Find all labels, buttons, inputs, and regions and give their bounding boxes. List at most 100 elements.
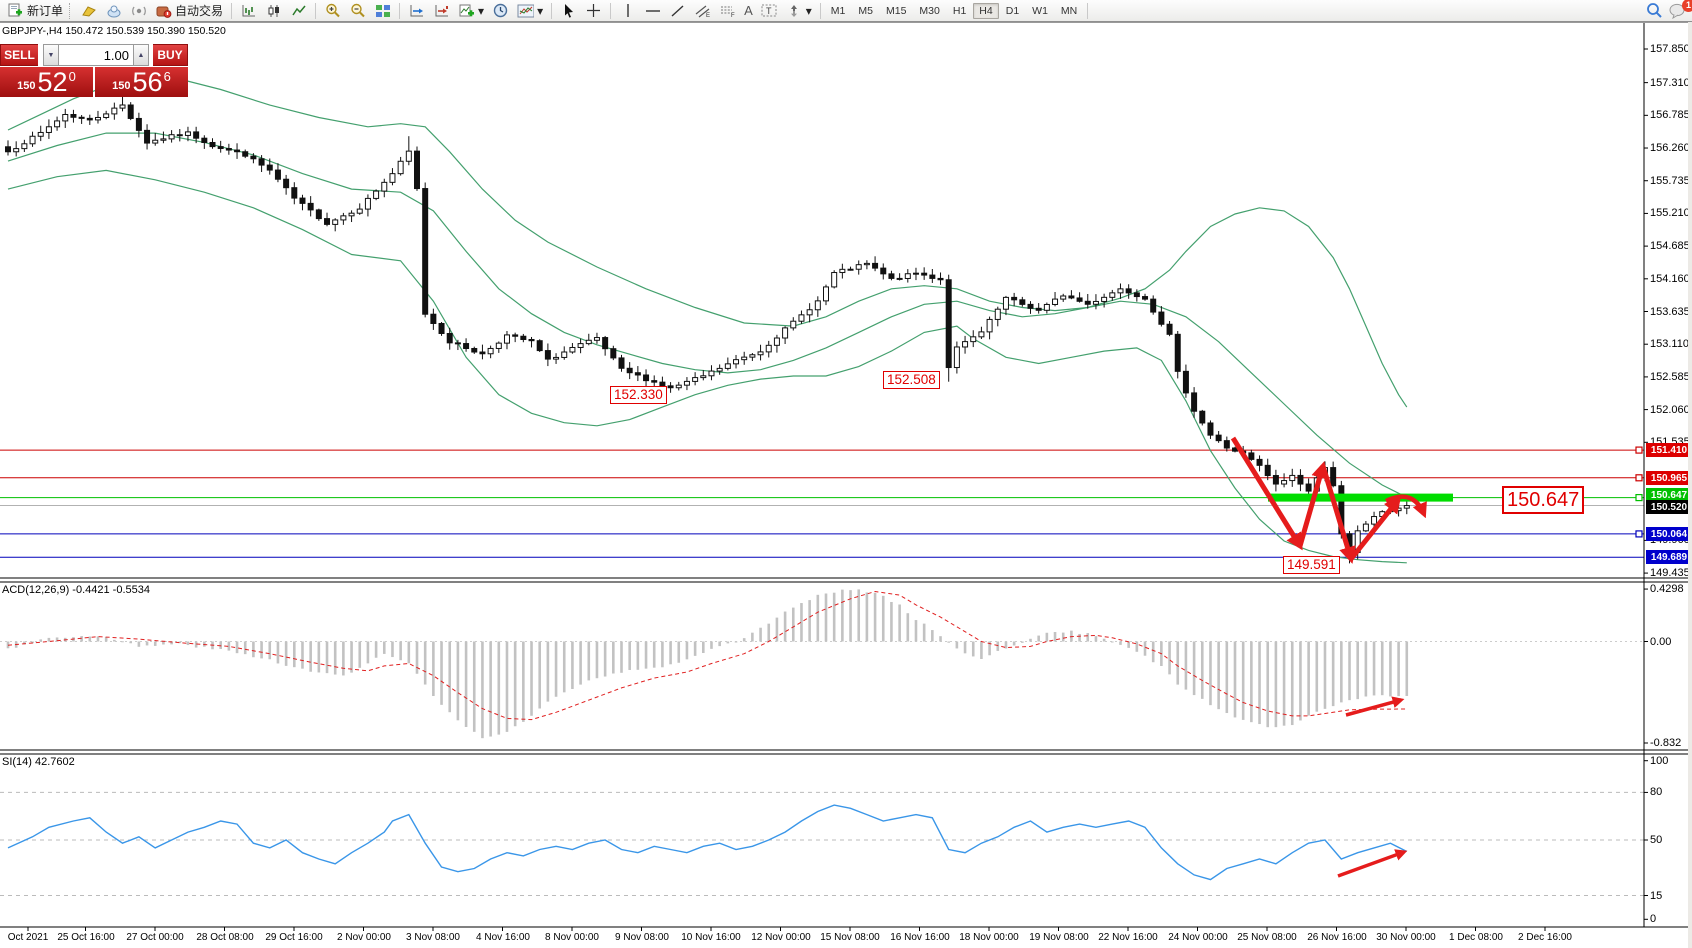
community-button[interactable] bbox=[101, 0, 126, 21]
bar-chart-button[interactable] bbox=[236, 0, 261, 21]
time-axis-label: Oct 2021 bbox=[8, 932, 49, 943]
price-level-badge: 150.965 bbox=[1646, 471, 1692, 485]
timeframe-button-m1[interactable]: M1 bbox=[825, 3, 852, 19]
chart-shift-icon bbox=[433, 3, 450, 19]
price-tick: 149.435 bbox=[1650, 567, 1690, 579]
auto-scroll-button[interactable] bbox=[404, 0, 429, 21]
price-level-badge: 150.064 bbox=[1646, 527, 1692, 541]
volume-decrease-button[interactable]: ▼ bbox=[43, 44, 59, 66]
text-tool[interactable]: A bbox=[740, 0, 757, 21]
rsi-tick: 50 bbox=[1650, 834, 1662, 846]
horizontal-line-icon bbox=[644, 3, 661, 19]
price-level-badge: 151.410 bbox=[1646, 443, 1692, 457]
zoom-in-button[interactable] bbox=[320, 0, 345, 21]
text-label-tool[interactable]: T bbox=[757, 0, 782, 21]
main-toolbar: 新订单 自动交易 ▾ ▾ E F A T ▾ bbox=[0, 0, 1692, 22]
bar-chart-icon bbox=[240, 3, 257, 19]
volume-increase-button[interactable]: ▲ bbox=[133, 44, 149, 66]
macd-tick: 0.00 bbox=[1650, 636, 1671, 648]
autotrading-icon bbox=[155, 3, 172, 19]
timeframe-button-m5[interactable]: M5 bbox=[852, 3, 879, 19]
time-axis-label: 12 Nov 00:00 bbox=[751, 932, 811, 943]
time-axis-label: 8 Nov 00:00 bbox=[545, 932, 599, 943]
toolbar-separator bbox=[820, 3, 821, 19]
macd-tick: -0.832 bbox=[1650, 737, 1681, 749]
zoom-out-button[interactable] bbox=[345, 0, 370, 21]
timeframe-button-h4[interactable]: H4 bbox=[973, 3, 998, 19]
macd-tick: 0.4298 bbox=[1650, 583, 1684, 595]
sell-price-display[interactable]: 150 52 0 bbox=[0, 67, 93, 97]
channel-tool[interactable]: E bbox=[690, 0, 715, 21]
dropdown-caret-icon: ▾ bbox=[537, 5, 543, 17]
new-chart-dropdown[interactable]: ▾ bbox=[454, 0, 488, 21]
time-axis-label: 27 Oct 00:00 bbox=[126, 932, 183, 943]
time-axis-label: 24 Nov 00:00 bbox=[1168, 932, 1228, 943]
new-order-icon bbox=[7, 3, 24, 19]
symbol-ohlc-info: GBPJPY-,H4 150.472 150.539 150.390 150.5… bbox=[2, 25, 226, 37]
highlighter-button[interactable] bbox=[76, 0, 101, 21]
search-icon[interactable] bbox=[1646, 3, 1663, 19]
channel-icon: E bbox=[694, 3, 711, 19]
time-axis-label: 28 Oct 08:00 bbox=[196, 932, 253, 943]
crosshair-tool-button[interactable] bbox=[581, 0, 606, 21]
price-annotation[interactable]: 150.647 bbox=[1502, 486, 1584, 514]
zoom-out-icon bbox=[349, 3, 366, 19]
time-axis-label: 25 Nov 08:00 bbox=[1237, 932, 1297, 943]
time-axis-label: 1 Dec 08:00 bbox=[1449, 932, 1503, 943]
autotrading-button[interactable]: 自动交易 bbox=[151, 0, 227, 21]
timeframe-button-h1[interactable]: H1 bbox=[947, 3, 972, 19]
price-tick: 152.060 bbox=[1650, 404, 1690, 416]
time-axis-label: 26 Nov 16:00 bbox=[1307, 932, 1367, 943]
price-tick: 157.850 bbox=[1650, 43, 1690, 55]
timeframe-button-mn[interactable]: MN bbox=[1055, 3, 1083, 19]
line-chart-button[interactable] bbox=[286, 0, 311, 21]
fibonacci-tool[interactable]: F bbox=[715, 0, 740, 21]
text-label-icon: T bbox=[761, 3, 778, 19]
price-annotation[interactable]: 149.591 bbox=[1283, 556, 1340, 574]
new-order-button[interactable]: 新订单 bbox=[3, 0, 67, 21]
tile-windows-button[interactable] bbox=[370, 0, 395, 21]
time-axis-label: 30 Nov 00:00 bbox=[1376, 932, 1436, 943]
shapes-dropdown[interactable]: ▾ bbox=[782, 0, 816, 21]
vertical-line-tool[interactable] bbox=[615, 0, 640, 21]
sell-button[interactable]: SELL bbox=[0, 44, 38, 66]
toolbar-separator bbox=[231, 3, 232, 19]
trendline-tool[interactable] bbox=[665, 0, 690, 21]
timeframe-button-d1[interactable]: D1 bbox=[1000, 3, 1025, 19]
buy-price-whole: 150 bbox=[112, 80, 130, 92]
buy-button[interactable]: BUY bbox=[153, 44, 188, 66]
volume-input[interactable] bbox=[59, 44, 133, 66]
time-axis-label: 16 Nov 16:00 bbox=[890, 932, 950, 943]
candlestick-icon bbox=[265, 3, 282, 19]
autotrading-label: 自动交易 bbox=[175, 2, 223, 19]
tile-windows-icon bbox=[374, 3, 391, 19]
templates-dropdown[interactable]: ▾ bbox=[513, 0, 547, 21]
price-annotation[interactable]: 152.508 bbox=[883, 371, 940, 389]
horizontal-line-tool[interactable] bbox=[640, 0, 665, 21]
notification-badge: 1 bbox=[1682, 0, 1692, 12]
vertical-line-icon bbox=[619, 3, 636, 19]
dropdown-caret-icon: ▾ bbox=[478, 5, 484, 17]
price-tick: 154.160 bbox=[1650, 273, 1690, 285]
price-annotation[interactable]: 152.330 bbox=[610, 386, 667, 404]
period-button[interactable] bbox=[488, 0, 513, 21]
cursor-tool-button[interactable] bbox=[556, 0, 581, 21]
template-icon bbox=[517, 3, 534, 19]
price-tick: 155.735 bbox=[1650, 175, 1690, 187]
chart-shift-button[interactable] bbox=[429, 0, 454, 21]
timeframe-button-m15[interactable]: M15 bbox=[880, 3, 912, 19]
price-tick: 156.785 bbox=[1650, 109, 1690, 121]
price-tick: 155.210 bbox=[1650, 207, 1690, 219]
signals-button[interactable] bbox=[126, 0, 151, 21]
timeframe-button-m30[interactable]: M30 bbox=[913, 3, 945, 19]
buy-price-display[interactable]: 150 56 6 bbox=[95, 67, 188, 97]
arrows-shape-icon bbox=[786, 3, 803, 19]
price-level-badge: 149.689 bbox=[1646, 550, 1692, 564]
timeframe-button-w1[interactable]: W1 bbox=[1026, 3, 1054, 19]
price-tick: 152.585 bbox=[1650, 371, 1690, 383]
trendline-icon bbox=[669, 3, 686, 19]
notifications-icon[interactable]: 1 bbox=[1667, 3, 1689, 19]
svg-text:E: E bbox=[706, 13, 710, 18]
price-level-badge: 150.520 bbox=[1646, 500, 1692, 514]
candlestick-chart-button[interactable] bbox=[261, 0, 286, 21]
